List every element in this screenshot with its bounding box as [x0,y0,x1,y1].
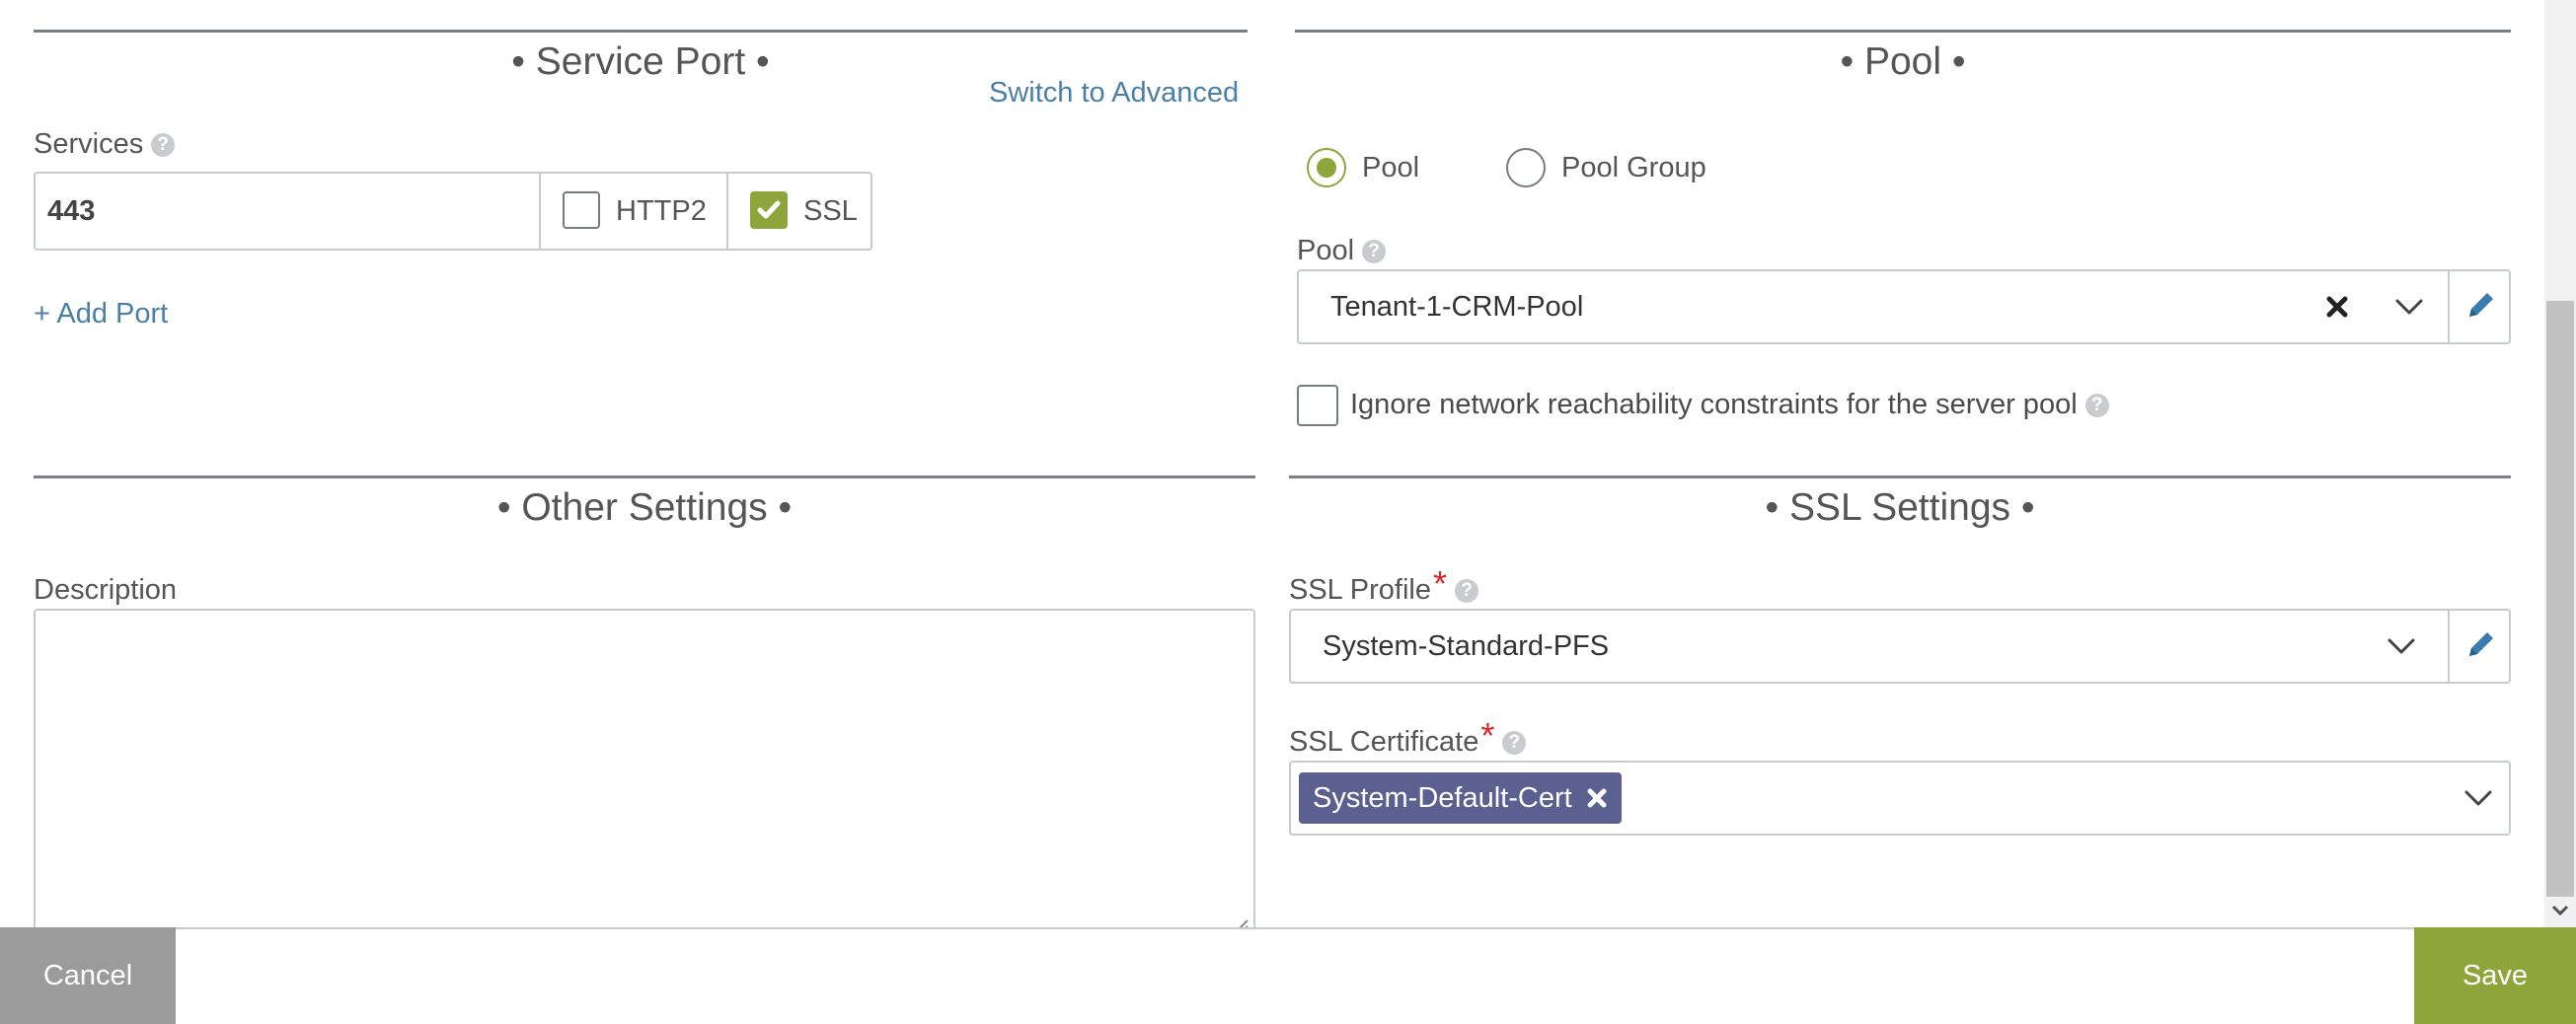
pool-select-value: Tenant-1-CRM-Pool [1330,291,1584,323]
services-label-text: Services [34,128,144,160]
certificate-tag: System-Default-Cert [1299,772,1622,824]
pool-title: • Pool • [1840,40,1966,83]
help-icon[interactable]: ? [151,132,176,157]
help-icon[interactable]: ? [1362,239,1387,263]
chevron-down-icon[interactable] [2463,788,2493,808]
pool-group-radio[interactable] [1506,148,1546,187]
clear-icon[interactable] [2325,295,2349,319]
add-port-link[interactable]: + Add Port [34,298,168,330]
ssl-certificate-select[interactable]: System-Default-Cert [1289,761,2511,836]
port-input[interactable]: 443 [47,195,95,228]
cancel-button[interactable]: Cancel [0,927,176,1024]
http2-checkbox[interactable] [563,191,600,229]
ssl-label: SSL [803,195,858,227]
pool-section-header: • Pool • [1295,30,2511,84]
services-input-group: 443 HTTP2 SSL [34,172,872,251]
pool-group-radio-label: Pool Group [1561,152,1706,183]
help-icon[interactable]: ? [1455,578,1479,603]
ssl-certificate-label-text: SSL Certificate [1289,726,1479,758]
other-settings-section-header: • Other Settings • [34,475,1255,530]
scrollbar-thumb[interactable] [2546,301,2574,897]
services-label: Services ? [34,128,176,161]
save-button[interactable]: Save [2414,927,2576,1024]
scroll-down-icon[interactable] [2550,904,2570,917]
ignore-reachability-text: Ignore network reachability constraints … [1350,389,2078,420]
ssl-certificate-label: SSL Certificate * ? [1289,715,1527,759]
service-port-section-header: • Service Port • [34,30,1248,84]
footer-bar [0,927,2576,1024]
pool-radio[interactable] [1307,148,1346,187]
switch-to-advanced-link[interactable]: Switch to Advanced [989,77,1239,110]
description-textarea[interactable] [34,609,1255,934]
ignore-reachability-checkbox[interactable] [1297,385,1338,426]
ignore-reachability-label: Ignore network reachability constraints … [1350,389,2109,421]
pool-radio-label: Pool [1362,152,1420,183]
ssl-settings-section-header: • SSL Settings • [1289,475,2511,530]
pool-label: Pool ? [1297,235,1387,267]
pencil-icon[interactable] [2463,289,2497,323]
divider [2448,271,2450,342]
required-indicator: * [1480,714,1495,756]
pencil-icon[interactable] [2463,628,2497,662]
description-label: Description [34,574,177,607]
description-label-text: Description [34,574,178,606]
chevron-down-icon[interactable] [2394,297,2424,317]
divider [539,174,541,249]
ssl-profile-label-text: SSL Profile [1289,574,1431,606]
divider [726,174,728,249]
divider [2448,611,2450,682]
checkmark-icon [757,200,781,219]
required-indicator: * [1433,562,1448,604]
ssl-checkbox[interactable] [750,191,788,229]
ssl-profile-select[interactable]: System-Standard-PFS [1289,609,2511,684]
ssl-profile-label: SSL Profile * ? [1289,563,1479,607]
ssl-profile-value: System-Standard-PFS [1323,630,1610,662]
scrollbar-track[interactable] [2544,0,2576,927]
pool-select[interactable]: Tenant-1-CRM-Pool [1297,269,2511,344]
pool-label-text: Pool [1297,235,1355,266]
help-icon[interactable]: ? [2084,393,2109,417]
help-icon[interactable]: ? [1502,730,1527,755]
chevron-down-icon[interactable] [2387,636,2416,656]
http2-label: HTTP2 [616,195,707,227]
remove-tag-icon[interactable] [1586,787,1608,809]
ssl-settings-title: • SSL Settings • [1765,486,2035,529]
certificate-tag-label: System-Default-Cert [1313,781,1572,814]
other-settings-title: • Other Settings • [496,486,793,529]
